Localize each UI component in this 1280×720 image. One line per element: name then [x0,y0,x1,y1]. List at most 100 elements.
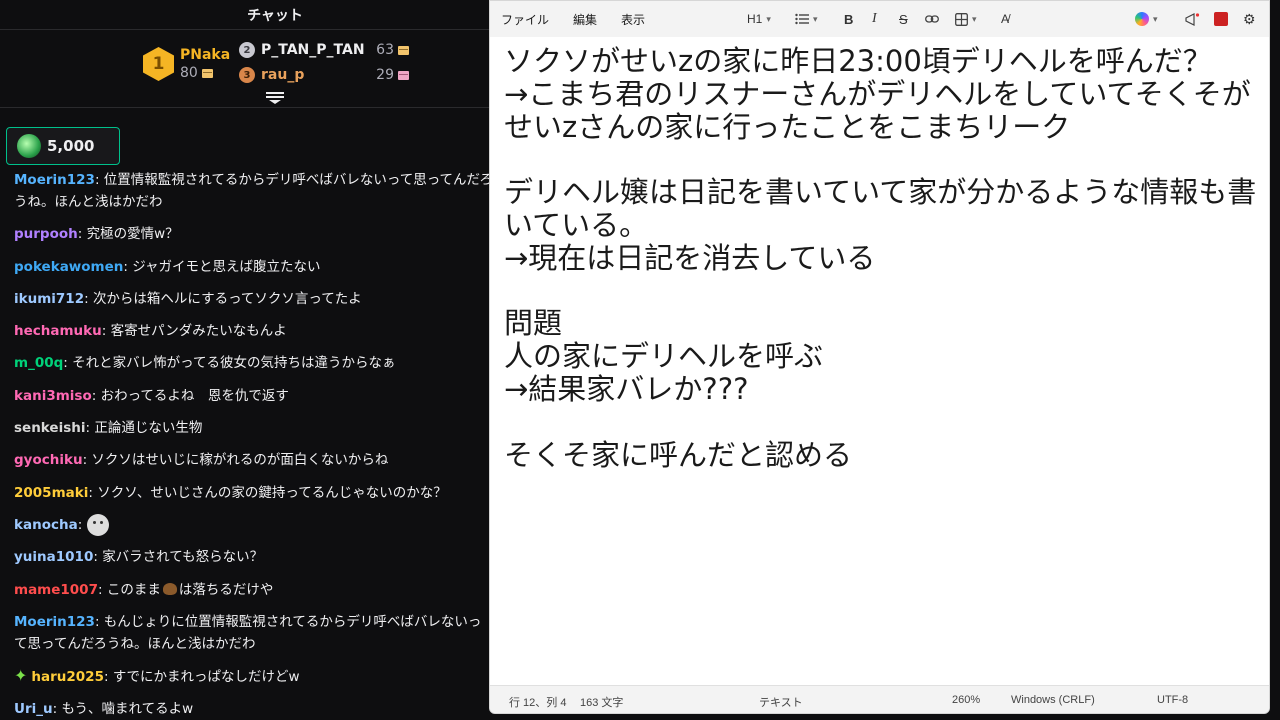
settings-gear-icon[interactable]: ⚙ [1243,9,1256,29]
notepad-editor[interactable]: ソクソがせいzの家に昨日23:00頃デリヘルを呼んだ？ →こまち君のリスナーさん… [504,45,1260,471]
rank-1-text: PNaka 80 [180,46,230,82]
chat-message: ✦ haru2025: すでにかまれっぱなしだけどw [14,666,300,686]
chat-username[interactable]: mame1007 [14,582,98,598]
cursor-position: 行 12、列 4 [509,697,567,709]
chat-username[interactable]: 2005maki [14,485,88,501]
chat-header: チャット [0,0,500,30]
chat-username[interactable]: m_00q [14,355,63,371]
chat-panel: チャット 1 PNaka 80 2 P_TAN_P_TAN 63 3 rau_p [0,0,500,720]
text-format: テキスト [759,697,803,709]
profile-avatar[interactable] [1214,9,1228,29]
rank-3-points-row: 29 [376,67,409,83]
editor-scrollbar[interactable] [1257,37,1269,687]
rank-3-badge-icon: 3 [239,67,255,83]
chat-message-text: すでにかまれっぱなしだけどw [112,669,300,686]
chat-message-text: 客寄せパンダみたいなもんよ [110,323,287,340]
leaderboard-first[interactable]: 1 PNaka 80 [143,46,230,82]
rank-2-points-row: 63 [376,42,409,58]
chat-message-text: ソクソ、せいじさんの家の鍵持ってるんじゃないのかな？ [97,484,447,501]
chat-username[interactable]: purpooh [14,226,78,242]
chat-title: チャット [247,7,303,24]
rank-2-badge-icon: 2 [239,42,255,58]
italic-icon[interactable]: I [872,9,877,29]
chat-message: Moerin123: もんじょりに位置情報監視されてるからデリ呼べばバレないって… [14,613,482,652]
chevron-down-icon: ▾ [813,13,818,24]
chat-message-text: もう、噛まれてるよw [61,701,194,718]
link-icon[interactable] [925,9,939,29]
chat-username[interactable]: senkeishi [14,420,85,436]
leaderboard-second[interactable]: 2 P_TAN_P_TAN 63 [239,42,409,58]
chat-username[interactable]: Uri_u [14,701,53,717]
rank-1-badge-icon: 1 [143,47,174,81]
chat-username[interactable]: haru2025 [31,669,104,685]
chat-message: hechamuku: 客寄せパンダみたいなもんよ [14,323,287,340]
poop-emoji-icon [162,582,177,595]
chat-message: ikumi712: 次からは箱ヘルにするってソクソ言ってたよ [14,290,362,307]
menu-edit[interactable]: 編集 [573,11,597,28]
bold-icon[interactable]: B [844,9,853,29]
chat-username[interactable]: ikumi712 [14,291,84,307]
leaderboard-third[interactable]: 3 rau_p 29 [239,67,409,83]
chat-message-text: は落ちるだけや [178,581,274,598]
rank-3-name: rau_p [261,67,305,83]
chat-username[interactable]: hechamuku [14,323,102,339]
notepad-toolbar: ファイル 編集 表示 H1 ▾ ▾ B I S ▾ A̸ ▾ ⚙ [490,1,1269,37]
table-icon [955,12,968,26]
chat-username[interactable]: kanocha [14,517,78,533]
chat-username[interactable]: kani3miso [14,388,92,404]
rank-2-points: 63 [376,42,394,58]
chat-username[interactable]: Moerin123 [14,614,95,630]
chat-message: gyochiku: ソクソはせいじに稼がれるのが面白くないからね [14,452,389,469]
bits-icon [398,45,409,55]
menu-file[interactable]: ファイル [501,11,549,28]
clear-formatting-icon[interactable]: A̸ [1001,9,1009,29]
chat-message-text: ソクソはせいじに稼がれるのが面白くないからね [91,452,389,469]
chat-username[interactable]: gyochiku [14,452,83,468]
table-dropdown[interactable]: ▾ [955,9,977,29]
channel-points-icon [17,134,41,158]
announcement-icon[interactable] [1185,9,1200,29]
collapse-leaderboard-icon[interactable] [266,92,284,104]
chat-username[interactable]: Moerin123 [14,172,95,188]
rank-3-points: 29 [376,67,394,83]
chat-message: kanocha: [14,513,494,536]
sparkle-badge-icon: ✦ [14,666,28,686]
copilot-icon [1135,12,1149,26]
chat-message-text: 家バラされても怒らない？ [102,549,264,566]
notepad-statusbar: 行 12、列 4 163 文字 テキスト 260% Windows (CRLF)… [490,685,1269,713]
chat-message-text: このまま [106,581,161,598]
leaderboard: 1 PNaka 80 2 P_TAN_P_TAN 63 3 rau_p 29 [0,30,500,108]
profile-avatar-icon [1214,12,1228,26]
encoding: UTF-8 [1157,694,1189,706]
list-icon [795,13,809,25]
rank-1-points: 80 [180,65,198,81]
zoom-level[interactable]: 260% [952,694,980,706]
rank-1-points-row: 80 [180,64,230,82]
chat-message-text: 究極の愛情w？ [86,226,179,243]
chat-message-text: 次からは箱ヘルにするってソクソ言ってたよ [92,290,362,307]
chevron-down-icon: ▾ [1153,13,1158,24]
channel-points-badge[interactable]: 5,000 [6,127,120,165]
copilot-dropdown[interactable]: ▾ [1135,9,1158,29]
chat-message-text: それと家バレ怖がってる彼女の気持ちは違うからなぁ [72,355,396,372]
channel-points-value: 5,000 [47,137,95,155]
rank-2-name: P_TAN_P_TAN [261,42,365,58]
bits-icon [201,68,213,78]
heading-dropdown[interactable]: H1 ▾ [747,9,771,29]
notepad-window: ファイル 編集 表示 H1 ▾ ▾ B I S ▾ A̸ ▾ ⚙ ソクソがせいz… [489,0,1270,714]
chat-message: yuina1010: 家バラされても怒らない？ [14,549,264,566]
chat-message-text: ジャガイモと思えば腹立たない [132,258,321,275]
list-dropdown[interactable]: ▾ [795,9,818,29]
chevron-down-icon: ▾ [972,13,977,24]
character-count: 163 文字 [580,697,624,709]
chat-message: mame1007: このまま は落ちるだけや [14,581,274,598]
chat-message: pokekawomen: ジャガイモと思えば腹立たない [14,258,321,275]
chat-username[interactable]: yuina1010 [14,549,93,565]
line-ending: Windows (CRLF) [1011,694,1095,706]
chat-username[interactable]: pokekawomen [14,259,123,275]
bits-icon [398,70,409,80]
chat-message-text: おわってるよね 恩を仇で返す [100,387,289,404]
strikethrough-icon[interactable]: S [899,9,908,29]
menu-view[interactable]: 表示 [621,11,645,28]
chat-message: Uri_u: もう、噛まれてるよw [14,701,194,718]
